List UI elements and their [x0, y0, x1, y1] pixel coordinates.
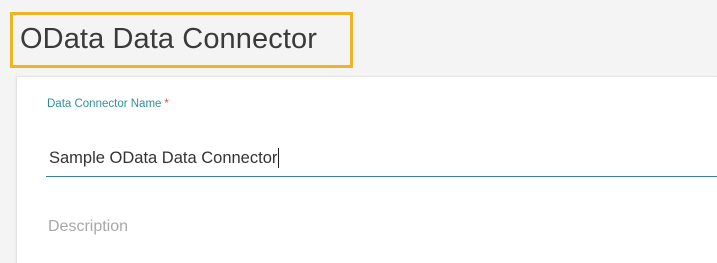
page-title: OData Data Connector	[20, 23, 317, 55]
connector-form-panel: Data Connector Name * Sample OData Data C…	[16, 76, 717, 263]
description-input[interactable]: Description	[48, 217, 717, 243]
data-connector-name-label: Data Connector Name *	[47, 98, 169, 110]
description-placeholder: Description	[48, 218, 129, 235]
page-header: OData Data Connector	[0, 0, 717, 76]
required-marker: *	[164, 98, 169, 110]
data-connector-name-label-text: Data Connector Name	[47, 98, 162, 110]
data-connector-name-value-wrap: Sample OData Data Connector	[49, 148, 280, 168]
text-caret	[278, 148, 280, 168]
data-connector-name-value: Sample OData Data Connector	[49, 149, 278, 167]
data-connector-name-input[interactable]: Sample OData Data Connector	[46, 145, 717, 177]
